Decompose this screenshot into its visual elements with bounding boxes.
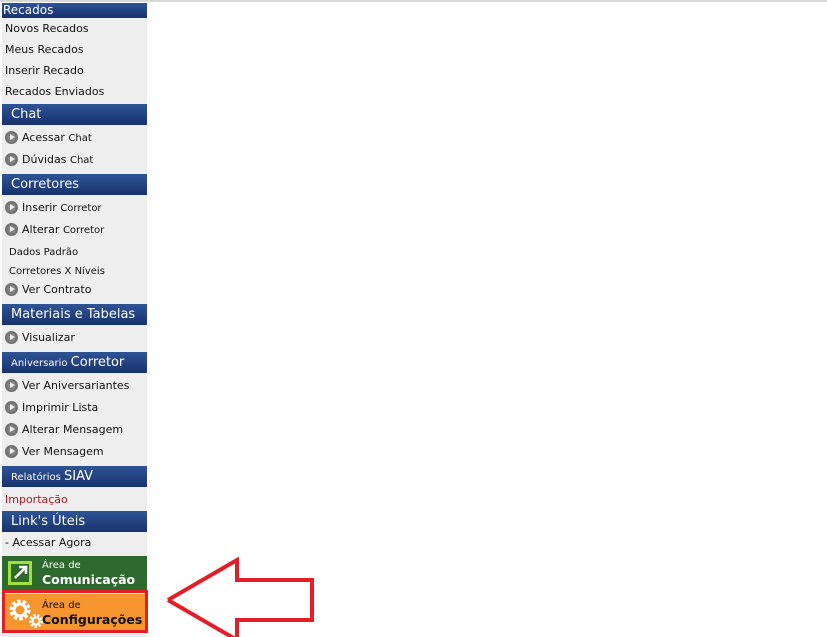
section-header-chat: Chat (2, 104, 147, 125)
link-dados-padrao[interactable]: Dados Padrão (9, 246, 78, 260)
play-icon (5, 445, 18, 458)
sidebar: Recados Novos Recados Meus Recados Inser… (2, 3, 147, 637)
play-icon (5, 223, 18, 236)
link-duvidas-chat[interactable]: Dúvidas Chat (5, 153, 93, 168)
label: Visualizar (22, 331, 75, 344)
label: Ver Aniversariantes (22, 379, 130, 392)
external-link-icon (8, 561, 32, 585)
link-novos-recados[interactable]: Novos Recados (5, 22, 89, 36)
play-icon (5, 401, 18, 414)
arrow-left-icon (166, 556, 314, 637)
label: Imprimir Lista (22, 401, 99, 414)
play-icon (5, 331, 18, 344)
play-icon (5, 423, 18, 436)
link-imprimir-lista[interactable]: Imprimir Lista (5, 401, 98, 415)
label: Área de (42, 560, 81, 571)
link-alterar-corretor[interactable]: Alterar Corretor (5, 223, 104, 238)
section-header-recados: Recados (2, 3, 147, 18)
link-ver-contrato[interactable]: Ver Contrato (5, 283, 91, 297)
label: Chat (68, 133, 92, 144)
label: Ver Contrato (22, 283, 92, 296)
play-icon (5, 201, 18, 214)
label: Comunicação (42, 572, 136, 587)
label: Alterar (22, 223, 63, 236)
section-header-relatorios: Relatórios SIAV (2, 466, 147, 487)
header-small: Aniversario (11, 358, 71, 369)
header-small: Relatórios (11, 472, 64, 483)
link-acessar-agora[interactable]: - Acessar Agora (5, 536, 91, 550)
label: Corretor (62, 225, 105, 236)
label: Acessar (22, 131, 69, 144)
play-icon (5, 131, 18, 144)
link-visualizar[interactable]: Visualizar (5, 331, 75, 345)
section-header-links-uteis: Link's Úteis (2, 511, 147, 532)
section-header-materiais: Materiais e Tabelas (2, 304, 147, 325)
link-meus-recados[interactable]: Meus Recados (5, 43, 84, 57)
label: Corretor (60, 203, 102, 214)
link-acessar-chat[interactable]: Acessar Chat (5, 131, 92, 146)
play-icon (5, 153, 18, 166)
section-header-corretores: Corretores (2, 174, 147, 195)
highlight-box (2, 590, 148, 633)
link-ver-aniversariantes[interactable]: Ver Aniversariantes (5, 379, 129, 393)
link-inserir-recado[interactable]: Inserir Recado (5, 64, 84, 78)
link-inserir-corretor[interactable]: Inserir Corretor (5, 201, 102, 216)
area-comunicacao-button[interactable]: Área de Comunicação (2, 556, 147, 590)
link-ver-mensagem[interactable]: Ver Mensagem (5, 445, 104, 459)
header-label: SIAV (64, 469, 94, 484)
play-icon (5, 379, 18, 392)
label: Alterar Mensagem (22, 423, 124, 436)
label: Dúvidas (22, 153, 70, 166)
label: Inserir (22, 201, 61, 214)
header-label: Corretor (70, 355, 125, 370)
label: Chat (69, 155, 94, 166)
link-alterar-mensagem[interactable]: Alterar Mensagem (5, 423, 123, 437)
label: Ver Mensagem (22, 445, 104, 458)
top-border (0, 0, 827, 2)
link-corretores-niveis[interactable]: Corretores X Níveis (9, 265, 105, 279)
link-importacao[interactable]: Importação (5, 493, 68, 507)
section-header-aniversario: Aniversario Corretor (2, 352, 147, 373)
link-recados-enviados[interactable]: Recados Enviados (5, 85, 104, 99)
play-icon (5, 283, 18, 296)
